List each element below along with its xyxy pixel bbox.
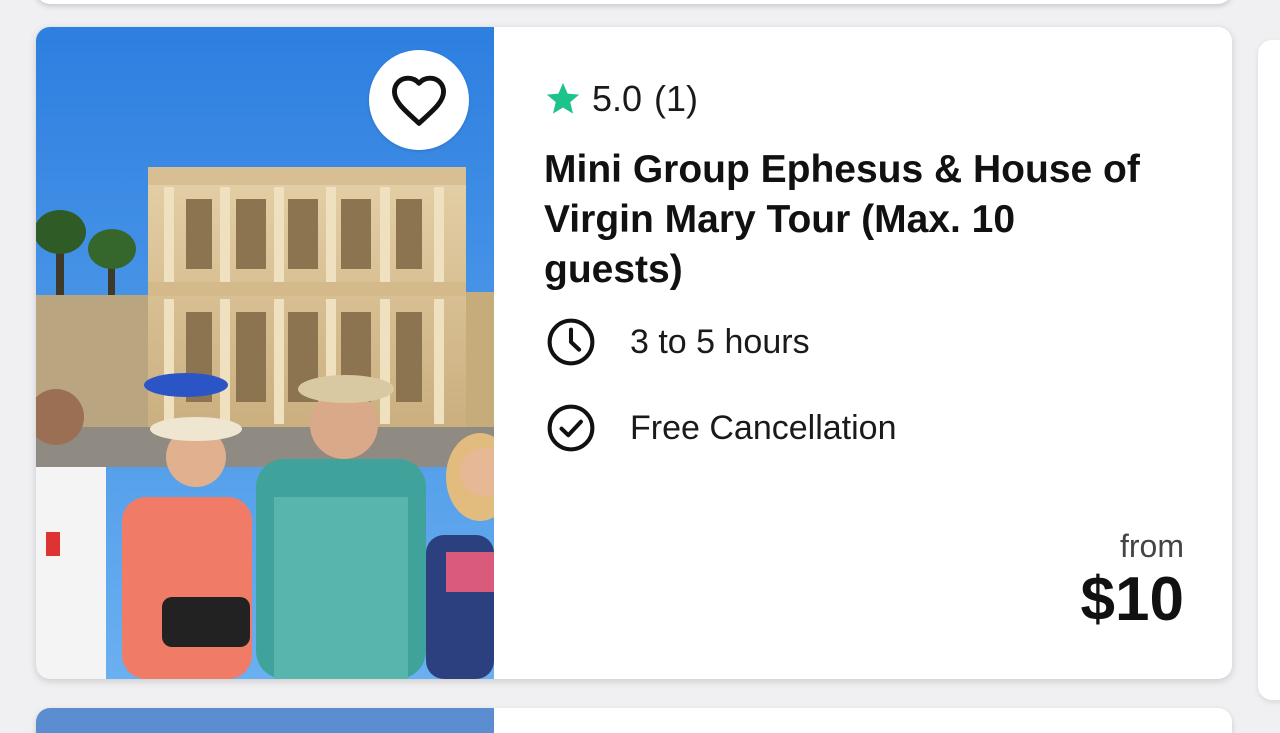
rating-row: 5.0 (1) [544, 77, 1184, 121]
tour-listing-card[interactable]: 5.0 (1) Mini Group Ephesus & House of Vi… [36, 27, 1232, 679]
tour-photo[interactable] [36, 27, 494, 679]
price-prefix: from [1120, 528, 1184, 564]
star-icon [544, 80, 582, 118]
duration-text: 3 to 5 hours [630, 322, 810, 361]
heart-outline-icon [389, 73, 449, 127]
price-value: $10 [1080, 565, 1184, 634]
cancellation-text: Free Cancellation [630, 408, 897, 447]
adjacent-listing-card[interactable] [1258, 40, 1280, 700]
check-circle-icon [544, 401, 598, 455]
next-listing-card[interactable] [36, 708, 1232, 733]
listing-page: 5.0 (1) Mini Group Ephesus & House of Vi… [0, 0, 1280, 733]
duration-row: 3 to 5 hours [544, 317, 1184, 367]
cancellation-row: Free Cancellation [544, 403, 1184, 453]
price-block: from $10 [1081, 527, 1184, 635]
favorite-button[interactable] [369, 50, 469, 150]
next-listing-photo[interactable] [36, 708, 494, 733]
listing-details: 5.0 (1) Mini Group Ephesus & House of Vi… [544, 77, 1184, 453]
rating-value: 5.0 [592, 78, 643, 119]
previous-listing-card[interactable] [36, 0, 1232, 4]
review-count[interactable]: (1) [654, 78, 698, 120]
listing-title[interactable]: Mini Group Ephesus & House of Virgin Mar… [544, 145, 1154, 295]
clock-icon [544, 315, 598, 369]
